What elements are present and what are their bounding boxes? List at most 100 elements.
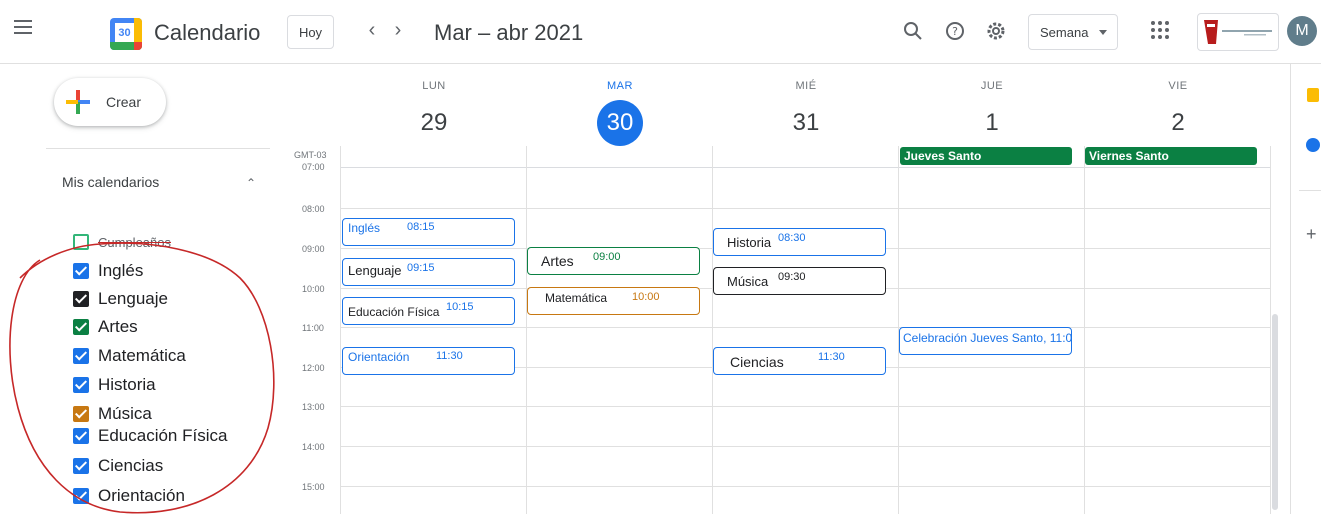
plus-icon	[66, 90, 90, 114]
calendar-item-label: Historia	[98, 375, 156, 394]
all-day-event-viernes-santo[interactable]: Viernes Santo	[1085, 147, 1257, 165]
event-ingles[interactable]: Inglés 08:15	[342, 218, 515, 246]
rail-divider	[1299, 190, 1321, 191]
organization-logo[interactable]	[1197, 13, 1279, 51]
calendar-item-label: Ciencias	[98, 456, 164, 475]
hour-line	[340, 406, 1270, 407]
hour-label: 15:00	[302, 482, 325, 492]
event-time: 11:30	[436, 350, 463, 362]
calendar-logo-icon: 30	[110, 18, 142, 50]
create-button[interactable]: Crear	[54, 78, 166, 126]
hour-label: 08:00	[302, 204, 325, 214]
day-number[interactable]: 31	[783, 100, 829, 146]
event-ciencias[interactable]: Ciencias 11:30	[713, 347, 886, 375]
event-time: 09:30	[778, 271, 806, 283]
collapse-chevron-up-icon[interactable]: ⌃	[246, 176, 256, 190]
checkbox-icon[interactable]	[73, 428, 89, 444]
calendar-item-label: Música	[98, 404, 152, 423]
checkbox-icon[interactable]	[73, 291, 89, 307]
hour-label: 11:00	[302, 323, 324, 333]
day-header-wed[interactable]: MIÉ 31	[713, 80, 899, 146]
grid-column-line	[340, 146, 341, 514]
event-lenguaje[interactable]: Lenguaje 09:15	[342, 258, 515, 286]
event-time: 10:15	[446, 301, 474, 313]
event-time: 09:00	[593, 251, 621, 263]
add-addon-plus-icon[interactable]: +	[1306, 224, 1317, 245]
hour-line	[340, 486, 1270, 487]
checkbox-icon[interactable]	[73, 234, 89, 250]
hour-label: 10:00	[302, 284, 325, 294]
today-button[interactable]: Hoy	[287, 15, 334, 49]
day-of-week: MIÉ	[795, 80, 817, 92]
checkbox-icon[interactable]	[73, 319, 89, 335]
hour-label: 07:00	[302, 162, 325, 172]
day-header-tue[interactable]: MAR 30	[527, 80, 713, 146]
day-number-today[interactable]: 30	[597, 100, 643, 146]
event-time: 08:30	[778, 232, 806, 244]
event-orientacion[interactable]: Orientación 11:30	[342, 347, 515, 375]
day-of-week: JUE	[980, 80, 1004, 92]
event-title: Historia	[727, 235, 772, 250]
calendar-logo-day: 30	[118, 27, 131, 39]
calendar-item-label: Orientación	[98, 486, 185, 505]
grid-scrollbar[interactable]	[1272, 314, 1278, 510]
google-apps-grid-icon[interactable]	[1151, 21, 1169, 39]
day-header-thu[interactable]: JUE 1	[899, 80, 1085, 146]
checkbox-icon[interactable]	[73, 377, 89, 393]
previous-week-chevron-left-icon[interactable]: ‹	[360, 19, 384, 42]
hour-label: 09:00	[302, 244, 325, 254]
checkbox-icon[interactable]	[73, 348, 89, 364]
event-artes[interactable]: Artes 09:00	[527, 247, 700, 275]
search-icon[interactable]	[902, 20, 924, 42]
event-title: Lenguaje	[348, 263, 402, 278]
checkbox-icon[interactable]	[73, 263, 89, 279]
event-time: 11:30	[818, 351, 845, 363]
sidebar-divider	[46, 148, 270, 149]
event-title: Educación Física	[348, 305, 440, 319]
day-number[interactable]: 1	[969, 100, 1015, 146]
hour-label: 14:00	[302, 442, 325, 452]
calendar-item-label: Lenguaje	[98, 289, 168, 308]
help-icon[interactable]: ?	[944, 20, 966, 42]
day-of-week: VIE	[1168, 80, 1188, 92]
day-number[interactable]: 2	[1155, 100, 1201, 146]
current-date-range: Mar – abr 2021	[434, 20, 584, 45]
view-selector[interactable]: Semana	[1028, 14, 1118, 50]
event-title: Ciencias	[730, 354, 784, 370]
day-number[interactable]: 29	[411, 100, 457, 146]
event-matematica[interactable]: Matemática 10:00	[527, 287, 700, 315]
settings-gear-icon[interactable]	[985, 20, 1007, 42]
calendar-item-label: Artes	[98, 317, 138, 336]
day-of-week: LUN	[422, 80, 446, 92]
hour-line	[340, 208, 1270, 209]
create-button-label: Crear	[106, 94, 142, 110]
event-historia[interactable]: Historia 08:30	[713, 228, 886, 256]
day-header-mon[interactable]: LUN 29	[341, 80, 527, 146]
keep-icon[interactable]	[1307, 88, 1319, 102]
tasks-icon[interactable]	[1306, 138, 1320, 152]
calendar-item-label: Educación Física	[98, 426, 228, 445]
all-day-event-jueves-santo[interactable]: Jueves Santo	[900, 147, 1072, 165]
event-time: 08:15	[407, 221, 435, 233]
hour-label: 13:00	[302, 402, 325, 412]
checkbox-icon[interactable]	[73, 488, 89, 504]
checkbox-icon[interactable]	[73, 458, 89, 474]
event-title: Artes	[541, 253, 574, 269]
hour-line	[340, 327, 1270, 328]
my-calendars-header[interactable]: Mis calendarios	[62, 174, 159, 190]
event-educacion-fisica[interactable]: Educación Física 10:15	[342, 297, 515, 325]
event-time: 09:15	[407, 262, 435, 274]
checkbox-icon[interactable]	[73, 406, 89, 422]
main-menu-icon[interactable]	[14, 20, 32, 34]
next-week-chevron-right-icon[interactable]: ›	[386, 19, 410, 42]
caret-down-icon	[1099, 30, 1107, 35]
event-celebracion-jueves-santo[interactable]: Celebración Jueves Santo, 11:00	[899, 327, 1072, 355]
event-musica[interactable]: Música 09:30	[713, 267, 886, 295]
account-avatar[interactable]: M	[1287, 16, 1317, 46]
all-day-divider	[340, 167, 1270, 168]
event-title: Orientación	[348, 350, 410, 364]
event-title: Inglés	[348, 221, 381, 235]
event-title: Música	[727, 274, 769, 289]
event-time: 10:00	[632, 291, 660, 303]
day-header-fri[interactable]: VIE 2	[1085, 80, 1271, 146]
